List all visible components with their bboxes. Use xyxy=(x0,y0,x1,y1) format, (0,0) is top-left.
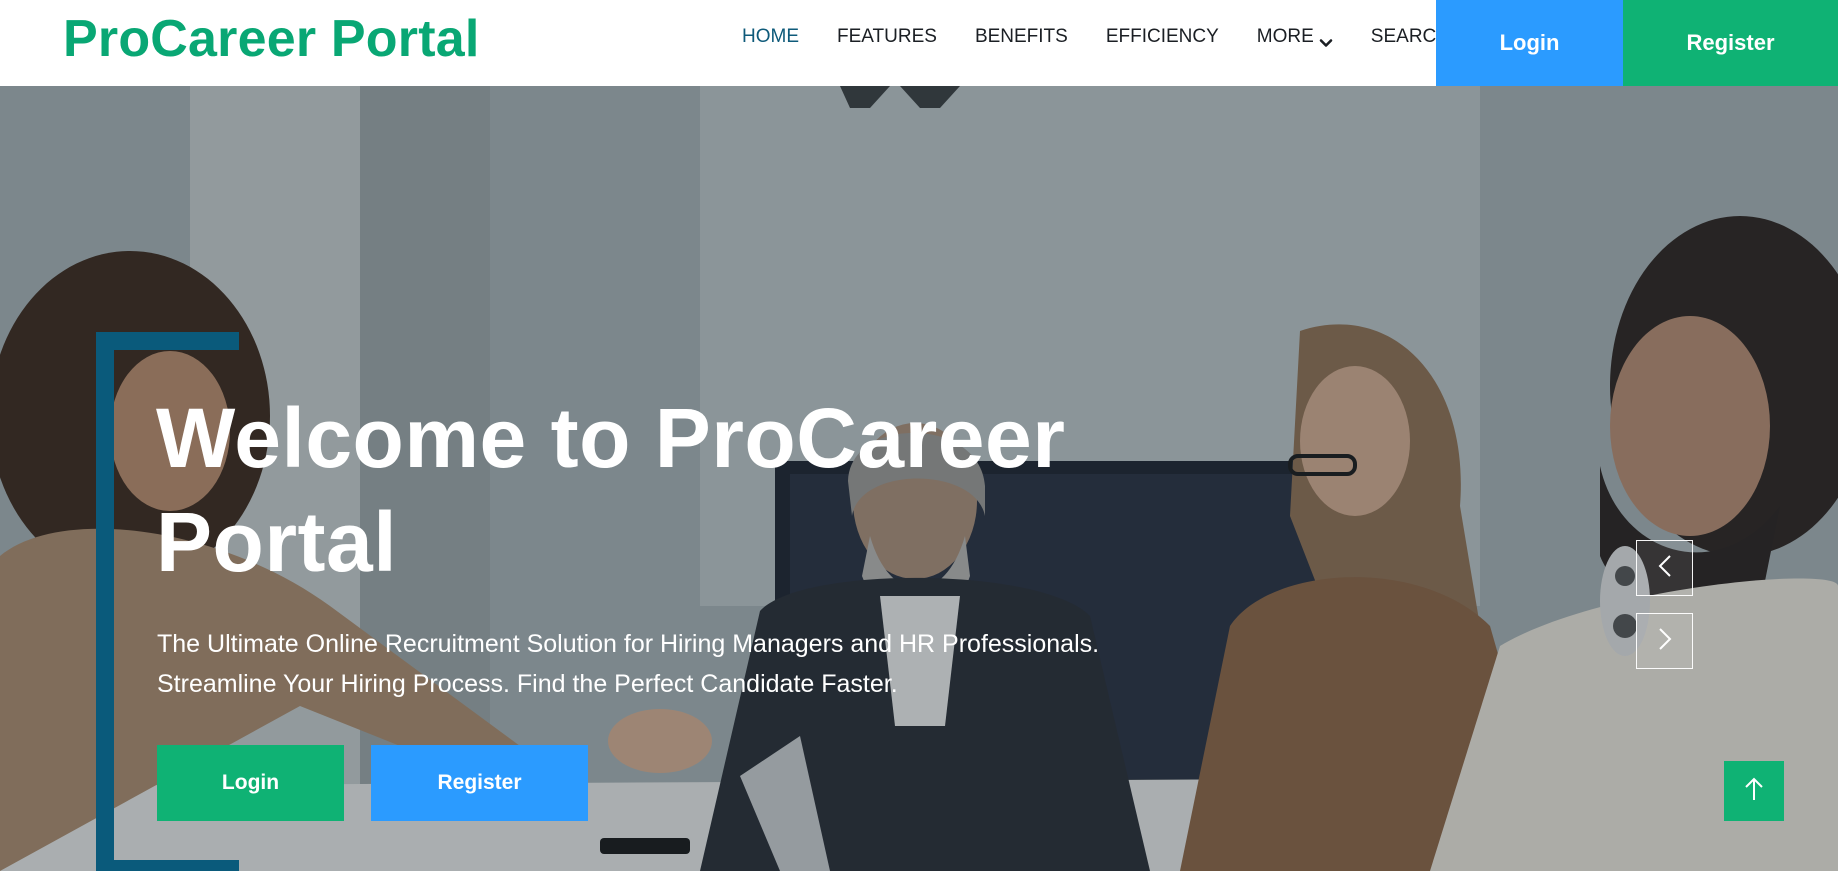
brand-logo[interactable]: ProCareer Portal xyxy=(63,8,479,70)
header-register-button[interactable]: Register xyxy=(1623,0,1838,86)
chevron-right-icon xyxy=(1655,626,1675,657)
carousel-next-button[interactable] xyxy=(1636,613,1693,669)
decorative-bracket xyxy=(96,332,114,871)
chevron-down-icon xyxy=(1319,32,1333,47)
nav-efficiency[interactable]: EFFICIENCY xyxy=(1106,26,1219,48)
chevron-left-icon xyxy=(1655,553,1675,584)
carousel-prev-button[interactable] xyxy=(1636,540,1693,596)
hero-subtitle-line-1: The Ultimate Online Recruitment Solution… xyxy=(157,630,1100,658)
nav-more[interactable]: MORE xyxy=(1257,26,1333,48)
hero-register-button[interactable]: Register xyxy=(371,745,588,821)
nav-home[interactable]: HOME xyxy=(742,26,799,48)
nav-more-label: MORE xyxy=(1256,26,1314,47)
hero-login-button[interactable]: Login xyxy=(157,745,344,821)
hero-section: Welcome to ProCareer Portal The Ultimate… xyxy=(0,86,1838,871)
site-header: ProCareer Portal HOME FEATURES BENEFITS … xyxy=(0,0,1838,86)
hero-subtitle: The Ultimate Online Recruitment Solution… xyxy=(157,624,1237,704)
arrow-up-icon xyxy=(1743,775,1765,808)
back-to-top-button[interactable] xyxy=(1724,761,1784,821)
nav-features[interactable]: FEATURES xyxy=(837,26,937,48)
nav-benefits[interactable]: BENEFITS xyxy=(975,26,1068,48)
hero-title: Welcome to ProCareer Portal xyxy=(156,391,1066,589)
main-nav: HOME FEATURES BENEFITS EFFICIENCY MORE S… xyxy=(742,0,1488,86)
decorative-bracket-bottom xyxy=(96,860,239,871)
decorative-bracket-top xyxy=(96,332,239,350)
hero-subtitle-line-2: Streamline Your Hiring Process. Find the… xyxy=(157,670,898,698)
header-login-button[interactable]: Login xyxy=(1436,0,1623,86)
